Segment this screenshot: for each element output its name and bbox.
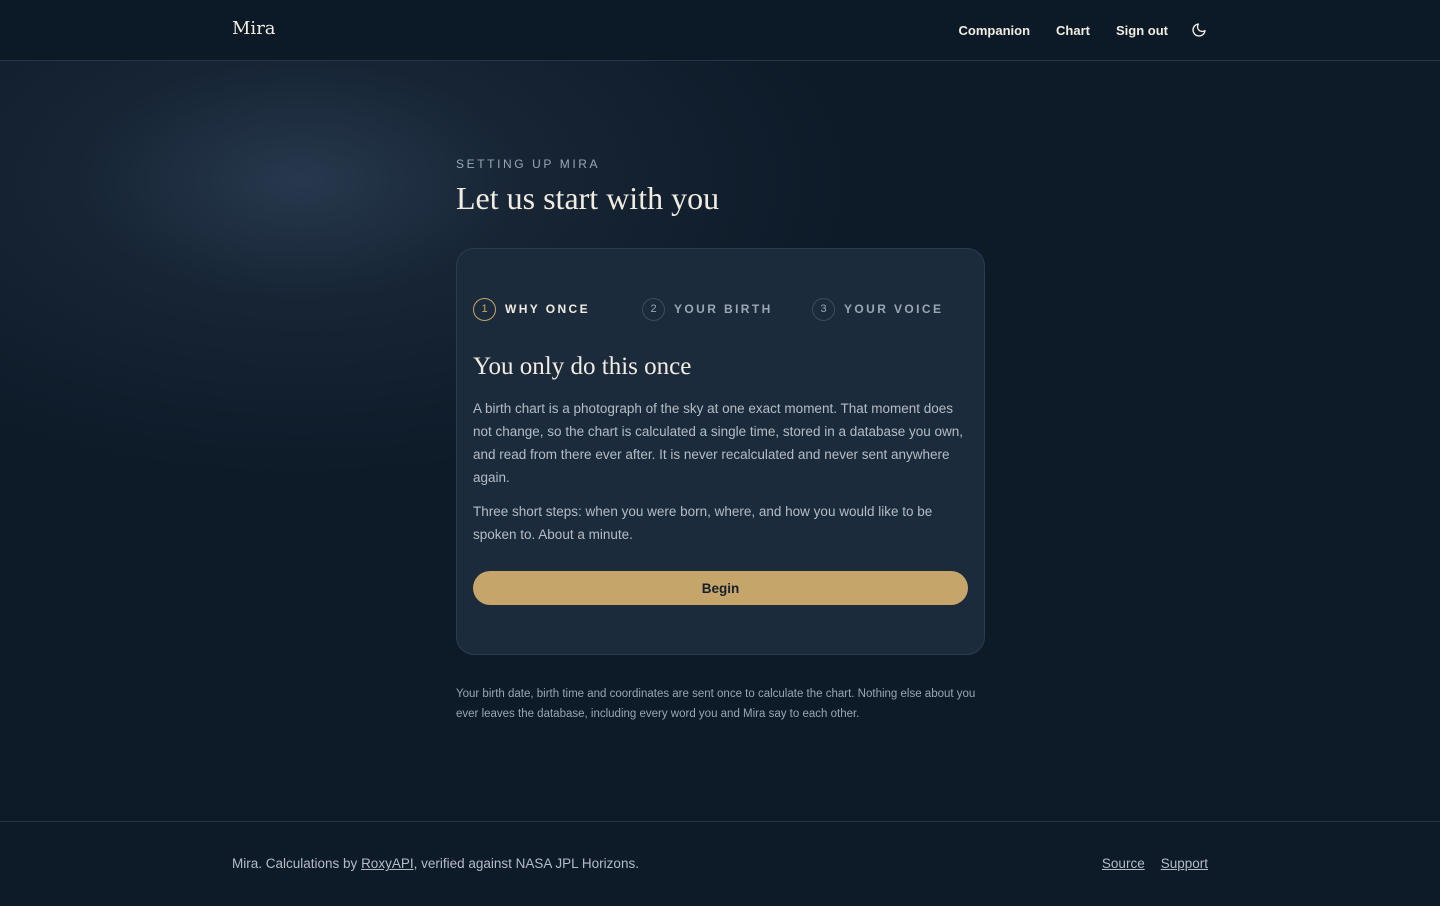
footer-credits-suffix: , verified against NASA JPL Horizons. — [413, 856, 639, 871]
step-your-birth[interactable]: 2 YOUR BIRTH — [642, 297, 773, 321]
site-footer: Mira. Calculations by RoxyAPI, verified … — [0, 821, 1440, 906]
begin-button[interactable]: Begin — [473, 571, 968, 605]
step-number: 3 — [812, 297, 835, 321]
stepper: 1 WHY ONCE 2 YOUR BIRTH 3 YOUR VOICE — [473, 297, 973, 321]
brand-logo[interactable]: Mira — [232, 18, 276, 39]
nav-link-companion[interactable]: Companion — [959, 23, 1031, 38]
setup-eyebrow: SETTING UP MIRA — [456, 157, 601, 171]
top-navbar: Mira Companion Chart Sign out — [0, 0, 1440, 61]
footer-links: Source Support — [1086, 856, 1208, 871]
steps-paragraph: Three short steps: when you were born, w… — [473, 504, 933, 542]
roxyapi-link[interactable]: RoxyAPI — [361, 856, 414, 871]
step-number: 2 — [642, 297, 665, 321]
footer-link-support[interactable]: Support — [1161, 856, 1208, 871]
step-your-voice[interactable]: 3 YOUR VOICE — [812, 297, 943, 321]
card-heading: You only do this once — [473, 353, 692, 380]
step-label: YOUR BIRTH — [674, 302, 773, 316]
footer-link-source[interactable]: Source — [1102, 856, 1145, 871]
step-number: 1 — [473, 297, 496, 321]
step-why-once[interactable]: 1 WHY ONCE — [473, 297, 590, 321]
moon-icon — [1192, 23, 1206, 37]
step-label: YOUR VOICE — [844, 302, 944, 316]
theme-toggle-button[interactable] — [1190, 21, 1208, 39]
page-title: Let us start with you — [456, 180, 720, 216]
intro-paragraph: A birth chart is a photograph of the sky… — [473, 401, 964, 485]
main-nav: Companion Chart Sign out — [933, 0, 1208, 60]
nav-link-sign-out[interactable]: Sign out — [1116, 23, 1168, 38]
privacy-note: Your birth date, birth time and coordina… — [456, 688, 976, 720]
footer-credits: Mira. Calculations by RoxyAPI, verified … — [232, 856, 639, 871]
nav-link-chart[interactable]: Chart — [1056, 23, 1090, 38]
footer-credits-prefix: Mira. Calculations by — [232, 856, 362, 871]
step-label: WHY ONCE — [505, 302, 590, 316]
onboarding-card: 1 WHY ONCE 2 YOUR BIRTH 3 YOUR VOICE You… — [456, 248, 985, 655]
